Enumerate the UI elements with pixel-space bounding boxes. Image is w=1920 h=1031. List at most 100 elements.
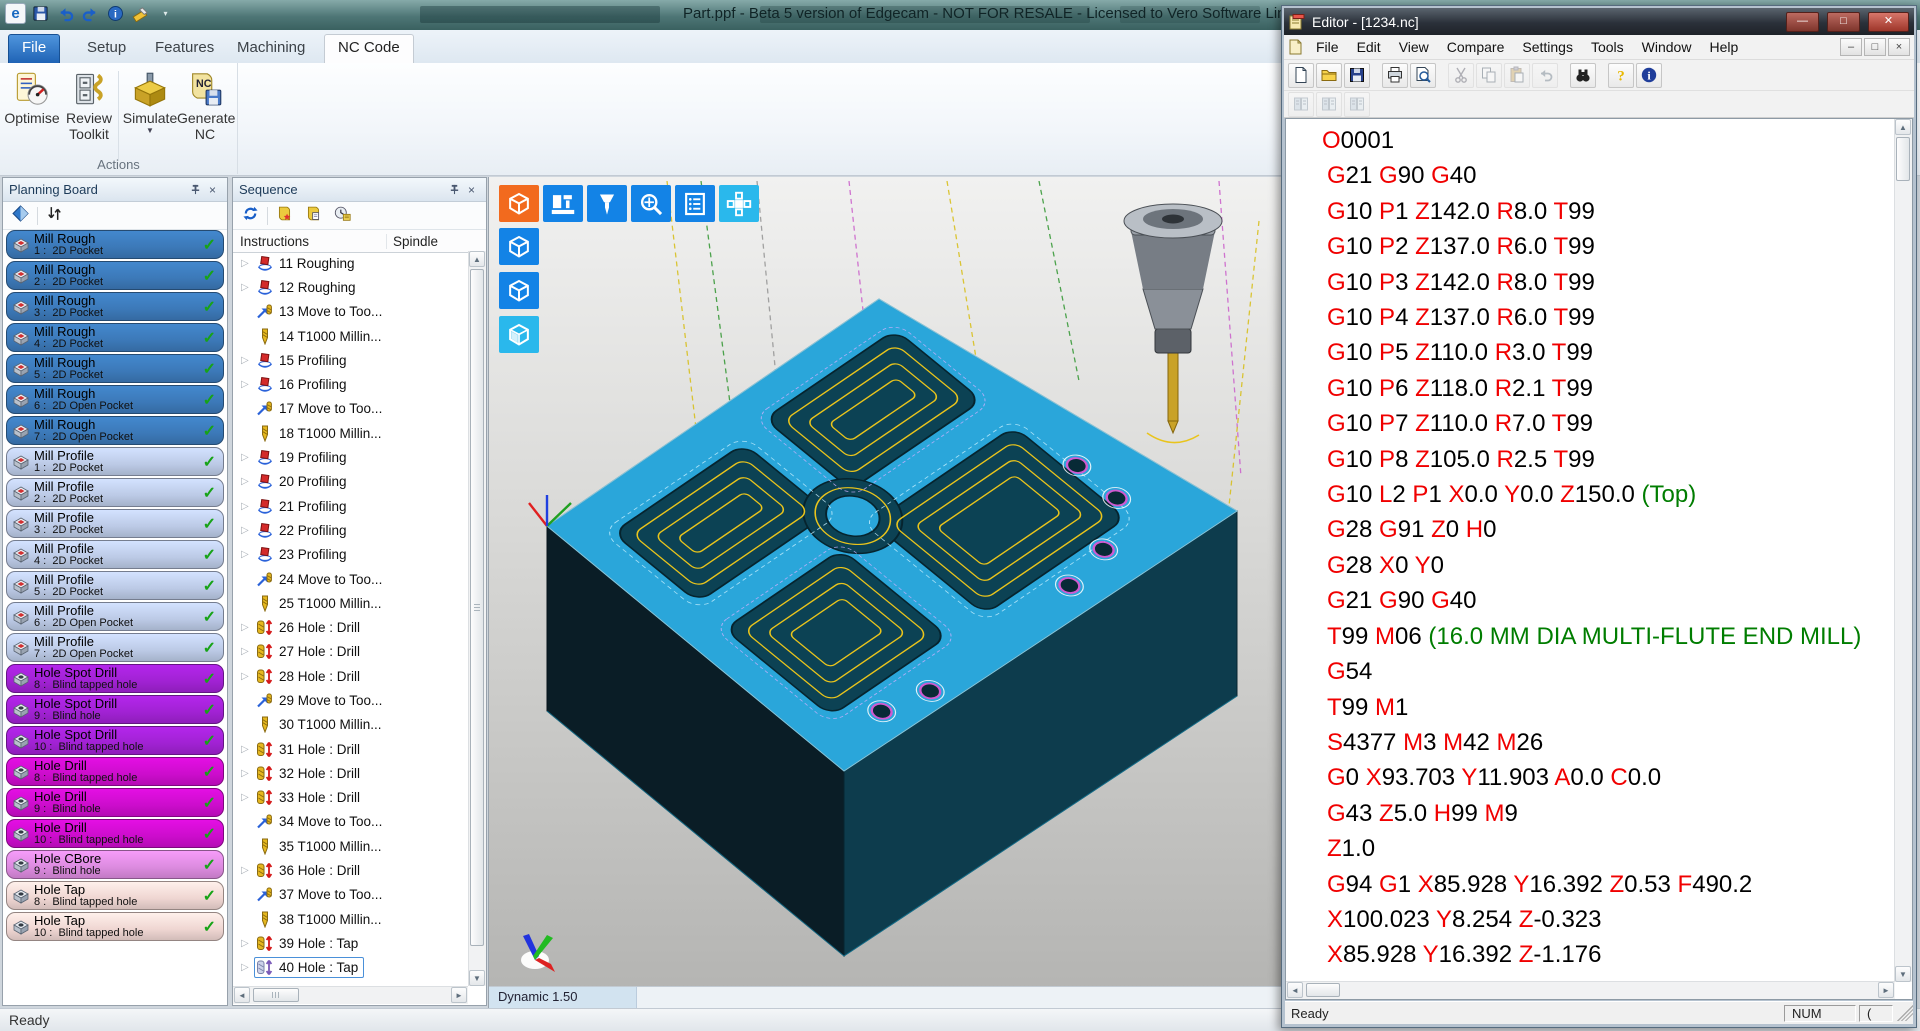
- sequence-item[interactable]: 24 Move to Too...: [234, 567, 468, 591]
- scroll-thumb[interactable]: [253, 988, 299, 1002]
- tab-features[interactable]: Features: [142, 34, 227, 62]
- sequence-item[interactable]: ▷12 Roughing: [234, 275, 468, 299]
- close-button[interactable]: ✕: [1868, 12, 1909, 32]
- tab-machining[interactable]: Machining: [224, 34, 318, 62]
- expander-icon[interactable]: ▷: [241, 476, 254, 487]
- sequence-item[interactable]: ▷36 Hole : Drill: [234, 858, 468, 882]
- planning-item[interactable]: Hole Spot Drill8 : Blind tapped hole✓: [6, 664, 224, 693]
- expander-icon[interactable]: ▷: [241, 501, 254, 512]
- expander-icon[interactable]: ▷: [241, 622, 254, 633]
- expander-icon[interactable]: ▷: [241, 962, 254, 973]
- pin-icon[interactable]: [187, 184, 204, 195]
- expander-icon[interactable]: ▷: [241, 865, 254, 876]
- save-button[interactable]: [1344, 63, 1370, 88]
- tab-setup[interactable]: Setup: [74, 34, 139, 62]
- sequence-item[interactable]: ▷28 Hole : Drill: [234, 664, 468, 688]
- sort-arrows-icon[interactable]: [46, 205, 63, 227]
- sequence-item[interactable]: 34 Move to Too...: [234, 810, 468, 834]
- planning-item[interactable]: Mill Profile6 : 2D Open Pocket✓: [6, 602, 224, 631]
- expander-icon[interactable]: ▷: [241, 525, 254, 536]
- menu-window[interactable]: Window: [1633, 39, 1701, 55]
- planning-item[interactable]: Mill Rough3 : 2D Pocket✓: [6, 292, 224, 321]
- save-icon[interactable]: [30, 2, 51, 25]
- scroll-thumb[interactable]: [1896, 137, 1910, 181]
- expander-icon[interactable]: ▷: [241, 282, 254, 293]
- measure-icon[interactable]: [130, 2, 151, 25]
- action-button-review[interactable]: ReviewToolkit: [61, 68, 117, 142]
- column-instructions[interactable]: Instructions: [233, 234, 386, 249]
- planning-item[interactable]: Mill Profile2 : 2D Pocket✓: [6, 478, 224, 507]
- viewport-button-list[interactable]: [675, 185, 715, 222]
- expander-icon[interactable]: ▷: [241, 646, 254, 657]
- help-button[interactable]: ?: [1608, 63, 1634, 88]
- mdi-restore-button[interactable]: □: [1864, 38, 1886, 56]
- print-button[interactable]: [1382, 63, 1408, 88]
- planning-item[interactable]: Mill Profile4 : 2D Pocket✓: [6, 540, 224, 569]
- planning-item[interactable]: Mill Profile5 : 2D Pocket✓: [6, 571, 224, 600]
- sequence-item[interactable]: 14 T1000 Millin...: [234, 324, 468, 348]
- viewport-button-stock-cube[interactable]: [499, 185, 539, 222]
- sequence-item[interactable]: ▷22 Profiling: [234, 518, 468, 542]
- viewport-button-tool[interactable]: [587, 185, 627, 222]
- viewport-button-zoom[interactable]: [631, 185, 671, 222]
- planning-item[interactable]: Mill Rough7 : 2D Open Pocket✓: [6, 416, 224, 445]
- qat-dropdown-caret-icon[interactable]: ▾: [155, 2, 176, 25]
- sequence-item[interactable]: 17 Move to Too...: [234, 397, 468, 421]
- panel-splitter[interactable]: [228, 177, 232, 1006]
- graphics-viewport[interactable]: Dynamic 1.50: [488, 177, 1281, 1008]
- editor-vscrollbar[interactable]: ▲ ▼: [1894, 119, 1912, 982]
- editor-titlebar[interactable]: Editor - [1234.nc] — □ ✕: [1284, 8, 1914, 35]
- viewport-button-cube-solid[interactable]: [499, 272, 539, 309]
- planning-item[interactable]: Hole Tap8 : Blind tapped hole✓: [6, 881, 224, 910]
- sequence-item[interactable]: 30 T1000 Millin...: [234, 713, 468, 737]
- planning-item[interactable]: Hole Tap10 : Blind tapped hole✓: [6, 912, 224, 941]
- tab-file[interactable]: File: [8, 34, 60, 64]
- scroll-right-arrow[interactable]: ►: [451, 987, 467, 1003]
- scroll-down-arrow[interactable]: ▼: [469, 970, 485, 986]
- planning-item[interactable]: Hole Drill10 : Blind tapped hole✓: [6, 819, 224, 848]
- menu-edit[interactable]: Edit: [1348, 39, 1390, 55]
- planning-item[interactable]: Hole Drill8 : Blind tapped hole✓: [6, 757, 224, 786]
- expander-icon[interactable]: ▷: [241, 452, 254, 463]
- open-button[interactable]: [1316, 63, 1342, 88]
- new-button[interactable]: [1288, 63, 1314, 88]
- resize-grip[interactable]: [1897, 1005, 1913, 1021]
- expander-icon[interactable]: ▷: [241, 379, 254, 390]
- expander-icon[interactable]: ▷: [241, 768, 254, 779]
- scroll-left-arrow[interactable]: ◄: [234, 987, 250, 1003]
- info-icon[interactable]: i: [105, 2, 126, 25]
- sequence-hscrollbar[interactable]: ◄ ►: [233, 986, 468, 1004]
- expander-icon[interactable]: ▷: [241, 792, 254, 803]
- menu-view[interactable]: View: [1390, 39, 1438, 55]
- scroll-doc-icon[interactable]: [305, 205, 322, 227]
- planning-item[interactable]: Mill Rough2 : 2D Pocket✓: [6, 261, 224, 290]
- sequence-item[interactable]: ▷21 Profiling: [234, 494, 468, 518]
- planning-item[interactable]: Hole Spot Drill9 : Blind hole✓: [6, 695, 224, 724]
- menu-tools[interactable]: Tools: [1582, 39, 1633, 55]
- sequence-vscrollbar[interactable]: ▲ ▼: [468, 251, 486, 986]
- sequence-item[interactable]: 35 T1000 Millin...: [234, 834, 468, 858]
- viewport-button-machine[interactable]: [543, 185, 583, 222]
- sequence-item[interactable]: ▷39 Hole : Tap: [234, 931, 468, 955]
- viewport-button-cube-open[interactable]: [499, 228, 539, 265]
- sequence-item[interactable]: 18 T1000 Millin...: [234, 421, 468, 445]
- planning-item[interactable]: Mill Profile7 : 2D Open Pocket✓: [6, 633, 224, 662]
- machine-time-icon[interactable]: [334, 205, 351, 227]
- planning-item[interactable]: Hole Spot Drill10 : Blind tapped hole✓: [6, 726, 224, 755]
- scroll-thumb[interactable]: [1306, 983, 1340, 997]
- planning-item[interactable]: Mill Rough1 : 2D Pocket✓: [6, 230, 224, 259]
- planning-item[interactable]: Mill Rough5 : 2D Pocket✓: [6, 354, 224, 383]
- viewport-button-grid[interactable]: [719, 185, 759, 222]
- sequence-item[interactable]: ▷15 Profiling: [234, 348, 468, 372]
- expander-icon[interactable]: ▷: [241, 355, 254, 366]
- sequence-item[interactable]: ▷11 Roughing: [234, 251, 468, 275]
- tab-nc-code[interactable]: NC Code: [324, 34, 414, 64]
- sequence-item[interactable]: ▷20 Profiling: [234, 470, 468, 494]
- column-spindle[interactable]: Spindle: [386, 234, 468, 249]
- action-button-simulate[interactable]: Simulate▼: [122, 68, 178, 136]
- sequence-item[interactable]: 13 Move to Too...: [234, 300, 468, 324]
- panel-splitter[interactable]: [487, 177, 488, 1006]
- sequence-item[interactable]: ▷32 Hole : Drill: [234, 761, 468, 785]
- planning-item[interactable]: Mill Profile3 : 2D Pocket✓: [6, 509, 224, 538]
- undo-icon[interactable]: [55, 2, 76, 25]
